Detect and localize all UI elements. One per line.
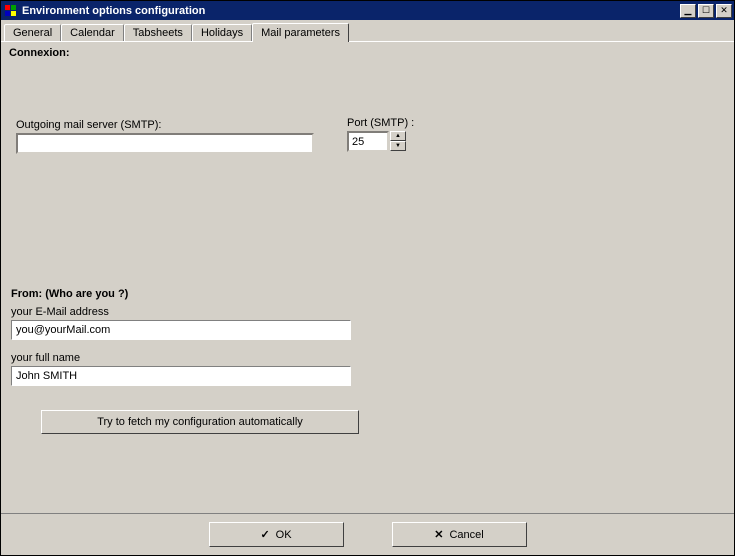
port-spin-down[interactable]: ▼ [390, 141, 406, 151]
tab-general[interactable]: General [4, 24, 61, 41]
email-input[interactable] [11, 320, 351, 340]
tab-calendar[interactable]: Calendar [61, 24, 124, 41]
port-spin-up[interactable]: ▲ [390, 131, 406, 141]
close-button[interactable]: ✕ [716, 4, 732, 18]
ok-button[interactable]: OK [209, 522, 344, 547]
tab-content: Connexion: Outgoing mail server (SMTP): … [1, 42, 734, 513]
x-icon [434, 528, 443, 541]
tab-strip: General Calendar Tabsheets Holidays Mail… [1, 20, 734, 42]
email-label: your E-Mail address [11, 306, 359, 318]
ok-label: OK [276, 529, 292, 541]
maximize-icon: ☐ [702, 5, 710, 16]
check-icon [260, 528, 269, 541]
smtp-input[interactable] [16, 133, 314, 154]
minimize-icon: ▁ [685, 5, 692, 16]
titlebar: Environment options configuration ▁ ☐ ✕ [1, 1, 734, 20]
window: Environment options configuration ▁ ☐ ✕ … [0, 0, 735, 556]
smtp-field-group: Outgoing mail server (SMTP): [16, 119, 314, 154]
tab-mail-parameters[interactable]: Mail parameters [252, 23, 349, 42]
tab-tabsheets[interactable]: Tabsheets [124, 24, 192, 41]
fetch-config-label: Try to fetch my configuration automatica… [97, 416, 303, 428]
chevron-down-icon: ▼ [395, 143, 401, 149]
chevron-up-icon: ▲ [395, 133, 401, 139]
cancel-button[interactable]: Cancel [392, 522, 527, 547]
fullname-input[interactable] [11, 366, 351, 386]
port-spin-buttons: ▲ ▼ [390, 131, 406, 152]
close-icon: ✕ [720, 5, 728, 16]
app-icon [3, 3, 19, 19]
connexion-heading: Connexion: [9, 47, 726, 59]
smtp-label: Outgoing mail server (SMTP): [16, 119, 314, 131]
minimize-button[interactable]: ▁ [680, 4, 696, 18]
maximize-button[interactable]: ☐ [698, 4, 714, 18]
port-label: Port (SMTP) : [347, 117, 414, 129]
tab-holidays[interactable]: Holidays [192, 24, 252, 41]
from-heading: From: (Who are you ?) [11, 288, 359, 300]
fetch-config-button[interactable]: Try to fetch my configuration automatica… [41, 410, 359, 434]
window-title: Environment options configuration [22, 5, 680, 17]
dialog-button-bar: OK Cancel [1, 513, 734, 555]
port-field-group: Port (SMTP) : ▲ ▼ [347, 117, 414, 152]
fullname-label: your full name [11, 352, 359, 364]
port-stepper[interactable]: ▲ ▼ [347, 131, 414, 152]
from-section: From: (Who are you ?) your E-Mail addres… [11, 288, 359, 434]
window-controls: ▁ ☐ ✕ [680, 4, 732, 18]
port-input[interactable] [347, 131, 389, 152]
cancel-label: Cancel [449, 529, 483, 541]
